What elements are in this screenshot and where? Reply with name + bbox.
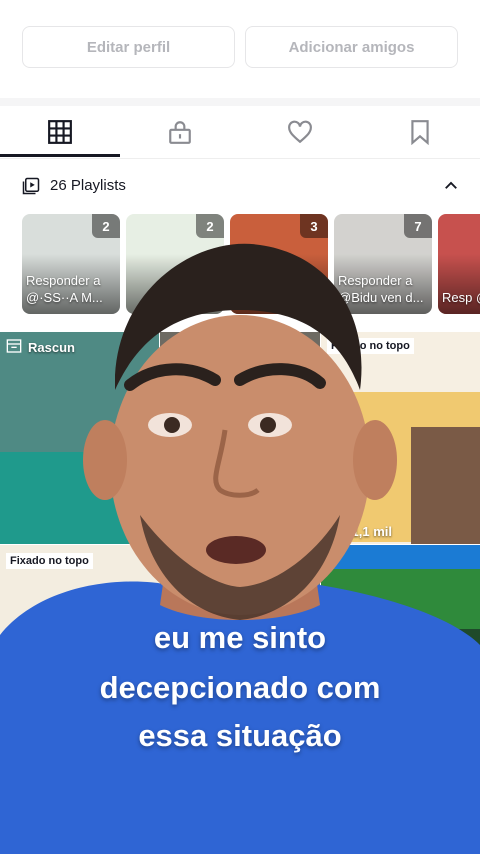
heart-icon [288, 120, 312, 144]
video-tile-pinned[interactable]: Fixado no topo 11,1 mil [321, 332, 480, 544]
add-friends-button[interactable]: Adicionar amigos [245, 26, 458, 68]
playlist-card[interactable]: 2 [126, 214, 224, 314]
play-icon [329, 524, 341, 538]
playlist-icon [22, 177, 40, 195]
profile-actions: Editar perfil Adicionar amigos [0, 0, 480, 98]
bookmark-icon [411, 120, 429, 145]
drafts-icon [6, 339, 22, 353]
section-divider [0, 98, 480, 106]
playlist-card[interactable]: 2 Responder a @·SS··A M... [22, 214, 120, 314]
edit-profile-button[interactable]: Editar perfil [22, 26, 235, 68]
playlist-text: Responder a @Bidu ven d... [338, 273, 424, 305]
playlist-count: 2 [196, 214, 224, 238]
playlist-text: Responder a @·SS··A M... [26, 273, 103, 305]
video-tile-pinned[interactable]: Fixado no topo [0, 545, 159, 854]
video-tile[interactable] [160, 545, 320, 854]
pinned-label: Fixado no topo [6, 553, 93, 569]
video-tile[interactable] [321, 545, 480, 854]
playlists-title: 26 Playlists [50, 177, 126, 194]
playlist-card[interactable]: 3 [230, 214, 328, 314]
profile-tabs [0, 106, 480, 159]
chevron-up-icon[interactable] [442, 177, 460, 195]
pinned-label: Fixado no topo [327, 338, 414, 354]
playlist-card[interactable]: 7 Responder a @Bidu ven d... [334, 214, 432, 314]
tab-private[interactable] [120, 106, 240, 158]
tab-videos[interactable] [0, 106, 120, 158]
playlist-count: 3 [300, 214, 328, 238]
playlist-card[interactable]: Resp @Edn [438, 214, 480, 314]
tab-liked[interactable] [240, 106, 360, 158]
active-tab-indicator [0, 154, 120, 157]
video-tile-draft[interactable]: Rascun [0, 332, 159, 544]
lock-icon [169, 121, 191, 144]
playlist-carousel[interactable]: 2 Responder a @·SS··A M... 2 3 7 Respond… [0, 214, 480, 316]
playlist-text: Resp @Edn [442, 290, 480, 305]
tab-saved[interactable] [360, 106, 480, 158]
grid-icon [48, 120, 72, 144]
playlist-count: 7 [404, 214, 432, 238]
video-tile[interactable] [160, 332, 320, 544]
view-count: 11,1 mil [345, 524, 392, 539]
playlists-header[interactable]: 26 Playlists [0, 160, 480, 210]
video-grid: Rascun Fixado no topo 11,1 mil Fixado no… [0, 332, 480, 854]
draft-label: Rascun [28, 340, 75, 355]
playlist-count: 2 [92, 214, 120, 238]
